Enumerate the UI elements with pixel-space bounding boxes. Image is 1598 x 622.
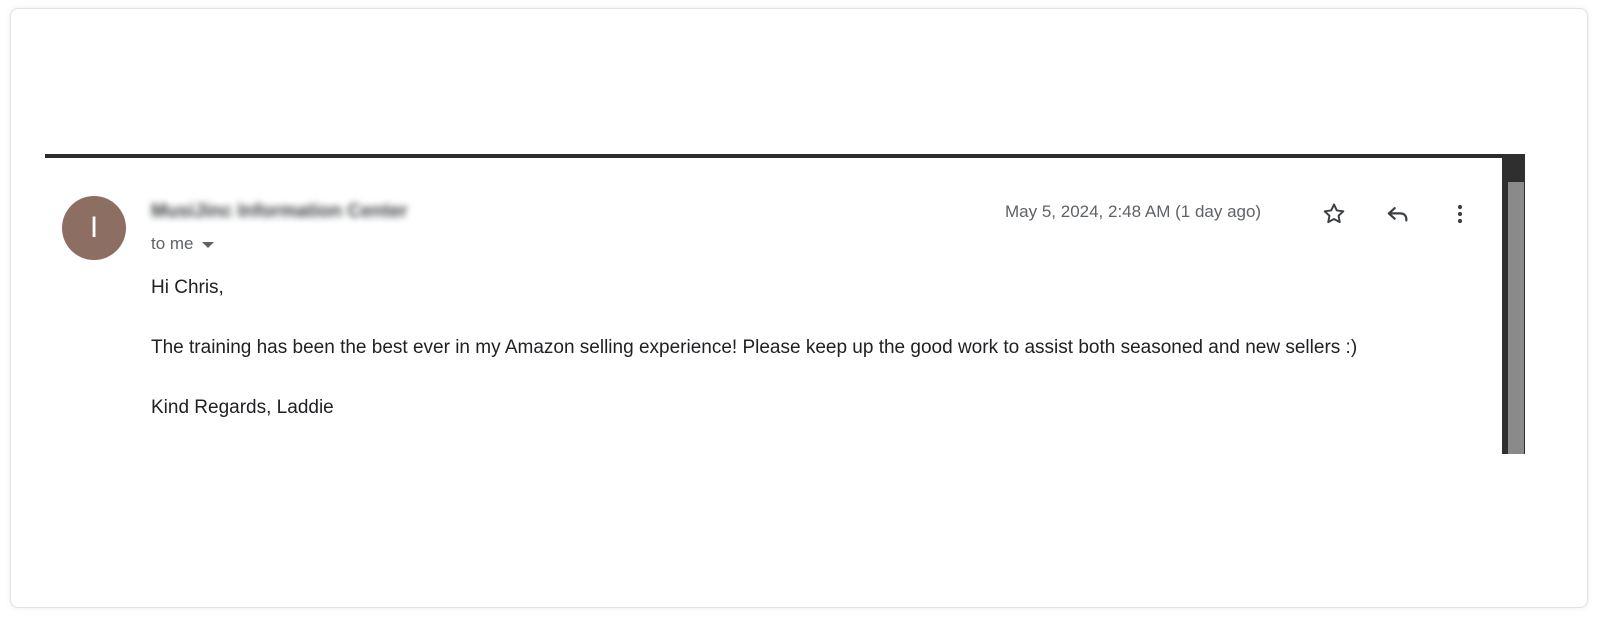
recipients-toggle[interactable]: to me <box>151 234 214 254</box>
email-message: I MusiJinc Information Center to me May … <box>45 154 1525 454</box>
body-message: The training has been the best ever in m… <box>151 337 1358 358</box>
body-signoff: Kind Regards, Laddie <box>151 397 334 418</box>
chevron-down-icon[interactable] <box>201 242 214 248</box>
sender-avatar[interactable]: I <box>62 196 126 260</box>
reply-icon <box>1387 207 1408 222</box>
email-timestamp: May 5, 2024, 2:48 AM (1 day ago) <box>1005 202 1262 221</box>
more-options-button[interactable] <box>1442 196 1478 232</box>
body-greeting: Hi Chris, <box>151 277 224 298</box>
scrollbar[interactable] <box>1502 154 1525 454</box>
sender-name[interactable]: MusiJinc Information Center <box>151 201 408 223</box>
star-outline-icon <box>1323 203 1345 224</box>
email-card: I MusiJinc Information Center to me May … <box>10 8 1588 608</box>
more-vert-icon <box>1457 204 1463 224</box>
recipients-label: to me <box>151 234 194 253</box>
email-body: Hi Chris, The training has been the best… <box>151 273 1357 453</box>
star-button[interactable] <box>1316 196 1352 232</box>
reply-button[interactable] <box>1379 196 1415 232</box>
scrollbar-thumb[interactable] <box>1508 182 1524 454</box>
